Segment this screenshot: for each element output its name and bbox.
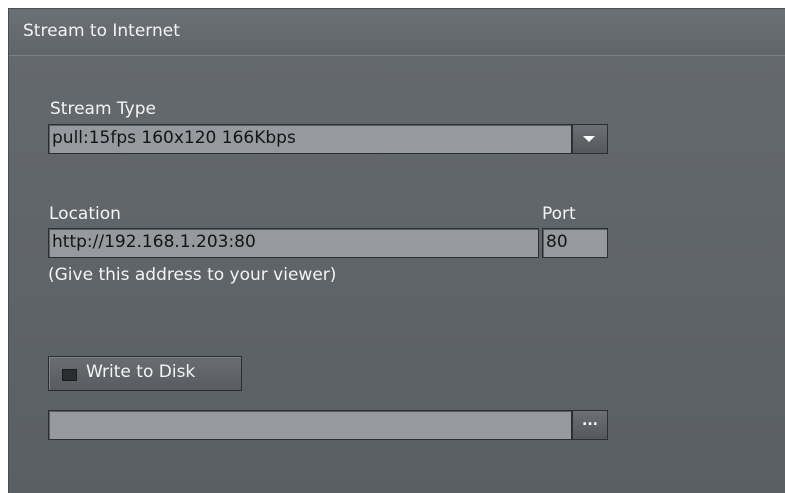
write-to-disk-label: Write to Disk — [86, 362, 196, 382]
location-label: Location — [49, 204, 121, 224]
panel-title: Stream to Internet — [23, 21, 180, 41]
stream-type-select[interactable]: pull:15fps 160x120 166Kbps — [48, 124, 572, 154]
port-field[interactable]: 80 — [542, 228, 608, 258]
port-label: Port — [542, 204, 576, 224]
write-to-disk-checkbox[interactable] — [62, 369, 77, 381]
panel-header: Stream to Internet — [9, 8, 785, 56]
stream-type-value: pull:15fps 160x120 166Kbps — [52, 128, 296, 148]
write-to-disk-toggle[interactable]: Write to Disk — [48, 356, 242, 391]
chevron-down-icon — [583, 136, 595, 142]
location-hint: (Give this address to your viewer) — [48, 265, 337, 285]
stream-to-internet-panel: Stream to Internet Stream Type pull:15fp… — [8, 8, 785, 493]
location-value: http://192.168.1.203:80 — [52, 232, 256, 252]
location-field[interactable]: http://192.168.1.203:80 — [48, 228, 539, 258]
stream-type-label: Stream Type — [50, 99, 156, 119]
ellipsis-icon: ... — [582, 413, 598, 429]
file-path-field[interactable] — [48, 410, 572, 440]
port-value: 80 — [546, 232, 568, 252]
stream-type-dropdown-button[interactable] — [572, 124, 608, 154]
browse-button[interactable]: ... — [572, 410, 608, 440]
